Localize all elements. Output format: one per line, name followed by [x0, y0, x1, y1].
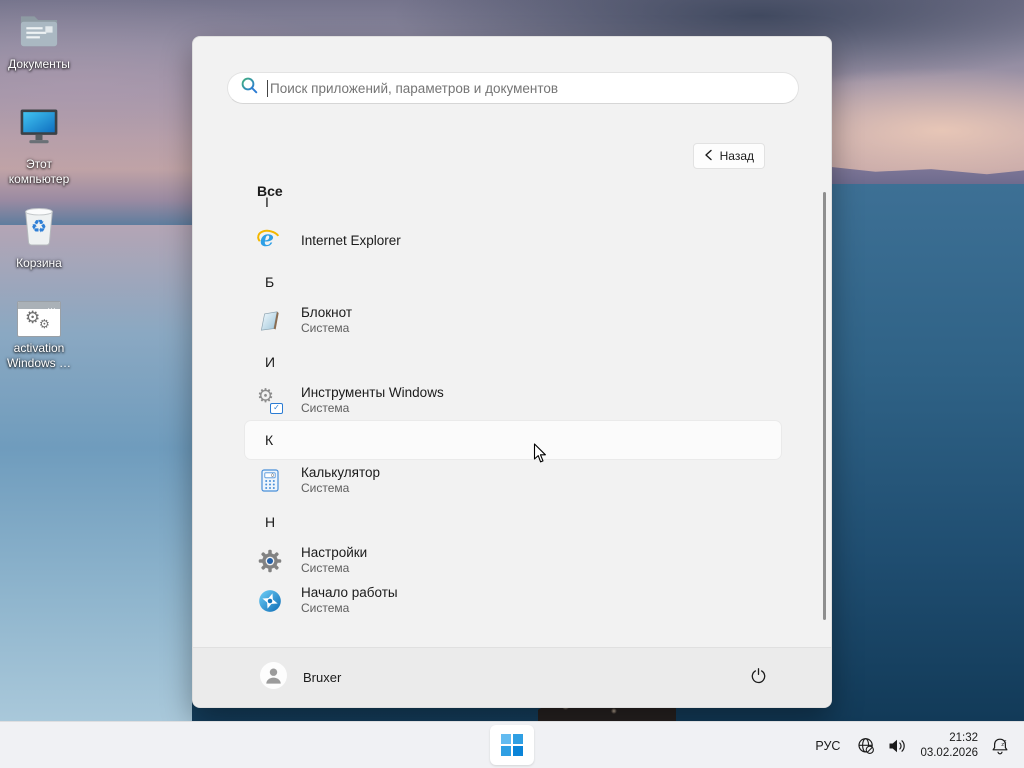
- start-menu-footer: Bruxer: [193, 647, 831, 707]
- settings-gear-icon: [257, 548, 283, 574]
- back-button[interactable]: Назад: [693, 143, 765, 169]
- desktop-icon-label: Этот компьютер: [0, 157, 78, 187]
- app-publisher: Система: [301, 321, 352, 337]
- app-row-windows-tools[interactable]: ⚙ ✓ Инструменты Windows Система: [257, 381, 444, 421]
- user-profile-button[interactable]: Bruxer: [260, 662, 341, 694]
- app-publisher: Система: [301, 561, 367, 577]
- activation-script-icon: … ⚙⚙: [17, 301, 61, 337]
- text-caret: [267, 80, 268, 97]
- start-search-box[interactable]: [227, 72, 799, 104]
- internet-explorer-icon: e: [257, 228, 283, 254]
- search-icon: [240, 76, 259, 100]
- app-publisher: Система: [301, 601, 398, 617]
- notification-bell-dnd-icon[interactable]: z z: [991, 736, 1010, 755]
- documents-folder-icon: [17, 10, 61, 53]
- app-title: Инструменты Windows: [301, 385, 444, 401]
- svg-text:z: z: [1004, 738, 1006, 743]
- app-title: Калькулятор: [301, 465, 380, 481]
- taskbar: РУС 21:32 03.02.2026: [0, 721, 1024, 768]
- language-indicator[interactable]: РУС: [811, 737, 844, 755]
- get-started-icon: [257, 588, 283, 614]
- app-title: Internet Explorer: [301, 233, 401, 249]
- this-pc-icon: [18, 106, 60, 153]
- back-button-label: Назад: [720, 149, 754, 163]
- notepad-icon: [257, 308, 283, 334]
- svg-text:♻: ♻: [31, 217, 47, 238]
- all-apps-title: Все: [257, 183, 283, 199]
- chevron-left-icon: [704, 149, 713, 164]
- wallpaper-sea-left: [0, 225, 192, 721]
- start-menu: Все Назад I e Internet Explorer Б Блокно…: [192, 36, 832, 708]
- app-title: Начало работы: [301, 585, 398, 601]
- user-avatar: [260, 662, 287, 694]
- app-row-calculator[interactable]: 0 Калькулятор Система: [257, 461, 380, 501]
- calculator-icon: 0: [257, 468, 283, 494]
- user-name: Bruxer: [303, 670, 341, 685]
- clock-date: 03.02.2026: [920, 746, 978, 761]
- svg-text:0: 0: [271, 473, 274, 478]
- section-letter-K: К: [265, 421, 273, 459]
- desktop-icon-label: Корзина: [16, 256, 62, 271]
- power-icon: [750, 667, 767, 689]
- app-title: Настройки: [301, 545, 367, 561]
- windows-tools-icon: ⚙ ✓: [257, 388, 283, 414]
- app-row-internet-explorer[interactable]: e Internet Explorer: [257, 221, 401, 261]
- section-letter-I[interactable]: I: [265, 182, 269, 222]
- network-globe-icon[interactable]: [857, 737, 875, 755]
- system-tray: РУС 21:32 03.02.2026: [811, 722, 1016, 768]
- desktop-icon-activation-script[interactable]: … ⚙⚙ activation Windows …: [0, 301, 78, 371]
- desktop-icon-recycle-bin[interactable]: ♻ Корзина: [0, 203, 78, 271]
- volume-icon[interactable]: [888, 738, 907, 754]
- start-button[interactable]: [490, 725, 534, 765]
- app-title: Блокнот: [301, 305, 352, 321]
- app-row-settings[interactable]: Настройки Система: [257, 541, 367, 581]
- desktop-icon-this-pc[interactable]: Этот компьютер: [0, 106, 78, 187]
- app-row-get-started[interactable]: Начало работы Система: [257, 581, 398, 621]
- app-publisher: Система: [301, 481, 380, 497]
- scrollbar-thumb[interactable]: [823, 192, 826, 620]
- desktop-icon-label: Документы: [8, 57, 70, 72]
- recycle-bin-icon: ♻: [20, 203, 58, 252]
- app-publisher: Система: [301, 401, 444, 417]
- power-button[interactable]: [741, 661, 775, 695]
- search-input[interactable]: [270, 81, 786, 96]
- section-letter-I-cyrillic[interactable]: И: [265, 342, 275, 382]
- section-row-K-hovered[interactable]: К: [245, 421, 781, 459]
- taskbar-clock[interactable]: 21:32 03.02.2026: [920, 731, 978, 761]
- section-letter-B[interactable]: Б: [265, 262, 274, 302]
- desktop-icon-label: activation Windows …: [0, 341, 78, 371]
- clock-time: 21:32: [920, 731, 978, 746]
- section-letter-N[interactable]: Н: [265, 502, 275, 542]
- desktop-icon-documents[interactable]: Документы: [0, 10, 78, 72]
- app-row-notepad[interactable]: Блокнот Система: [257, 301, 352, 341]
- windows-logo-icon: [501, 734, 524, 757]
